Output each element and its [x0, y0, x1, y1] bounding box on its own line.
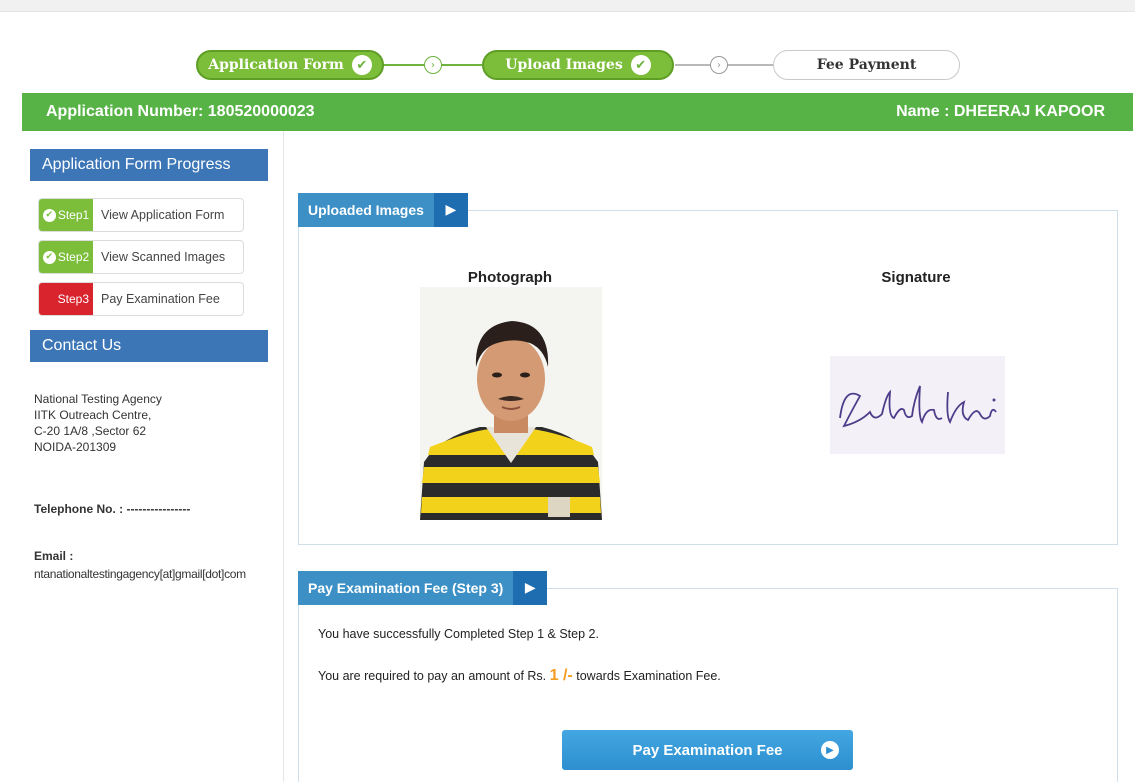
photograph-label: Photograph [467, 269, 553, 286]
step-badge: ✔ Step1 [39, 199, 93, 231]
contact-email-link[interactable]: ntanationaltestingagency[at]gmail[dot]co… [34, 566, 246, 582]
application-number: Application Number: 180520000023 [46, 103, 315, 120]
application-header: Application Number: 180520000023 Name : … [22, 93, 1133, 131]
check-icon: ✔ [42, 208, 56, 222]
step-label: View Application Form [101, 208, 225, 222]
panel-title: Uploaded Images [298, 193, 434, 227]
candidate-signature [830, 356, 1005, 454]
address-line: C-20 1A/8 ,Sector 62 [34, 424, 147, 438]
progress-step-fee-payment[interactable]: Fee Payment [773, 50, 960, 80]
sidebar: Application Form Progress ✔ Step1 View A… [22, 131, 284, 782]
progress-step-upload-images[interactable]: Upload Images ✔ [482, 50, 674, 80]
sidebar-step-view-application[interactable]: ✔ Step1 View Application Form [38, 198, 244, 232]
progress-step-label: Fee Payment [816, 57, 917, 73]
chevron-right-icon: › [424, 56, 442, 74]
address-line: National Testing Agency [34, 392, 162, 406]
uploaded-images-tab: Uploaded Images ▶ [298, 193, 468, 227]
candidate-photo [420, 287, 602, 520]
progress-panel-title: Application Form Progress [30, 149, 268, 181]
panel-title: Pay Examination Fee (Step 3) [298, 571, 514, 605]
sidebar-step-pay-fee[interactable]: Step3 Pay Examination Fee [38, 282, 244, 316]
completion-message: You have successfully Completed Step 1 &… [318, 627, 599, 641]
top-strip [0, 0, 1135, 12]
address-line: NOIDA-201309 [34, 440, 117, 454]
signature-label: Signature [881, 269, 951, 286]
progress-tracker: Application Form ✔ › Upload Images ✔ › F… [0, 48, 1135, 82]
progress-step-application-form[interactable]: Application Form ✔ [196, 50, 384, 80]
step-badge: Step3 [39, 283, 93, 315]
pay-examination-fee-button[interactable]: Pay Examination Fee ▶ [562, 730, 853, 770]
step-badge-text: Step3 [57, 292, 89, 306]
message-text: You are required to pay an amount of Rs. [318, 669, 547, 683]
contact-panel-title: Contact Us [30, 330, 268, 362]
sidebar-step-view-images[interactable]: ✔ Step2 View Scanned Images [38, 240, 244, 274]
check-icon: ✔ [351, 55, 372, 75]
candidate-name: Name : DHEERAJ KAPOOR [896, 103, 1105, 120]
step-badge: ✔ Step2 [39, 241, 93, 273]
contact-telephone: Telephone No. : ---------------- [34, 502, 191, 516]
step-label: View Scanned Images [101, 250, 226, 264]
step-badge-text: Step1 [57, 208, 90, 222]
address-line: IITK Outreach Centre, [34, 408, 152, 422]
step-badge-text: Step2 [57, 250, 90, 264]
check-icon: ✔ [42, 250, 56, 264]
payment-required-message: You are required to pay an amount of Rs.… [318, 667, 721, 685]
check-icon: ✔ [630, 55, 651, 75]
progress-step-label: Upload Images [505, 57, 623, 73]
button-label: Pay Examination Fee [632, 741, 783, 759]
message-text: towards Examination Fee. [576, 669, 721, 683]
contact-email-label: Email : [34, 549, 74, 563]
chevron-right-icon: › [710, 56, 728, 74]
contact-address: National Testing Agency IITK Outreach Ce… [34, 391, 162, 455]
chevron-right-icon: ▶ [513, 571, 548, 605]
fee-amount: 1 /- [549, 667, 573, 684]
payment-tab: Pay Examination Fee (Step 3) ▶ [298, 571, 548, 605]
chevron-right-icon: ▶ [821, 741, 839, 759]
progress-step-label: Application Form [208, 57, 344, 73]
chevron-right-icon: ▶ [433, 193, 468, 227]
step-label: Pay Examination Fee [101, 292, 220, 306]
